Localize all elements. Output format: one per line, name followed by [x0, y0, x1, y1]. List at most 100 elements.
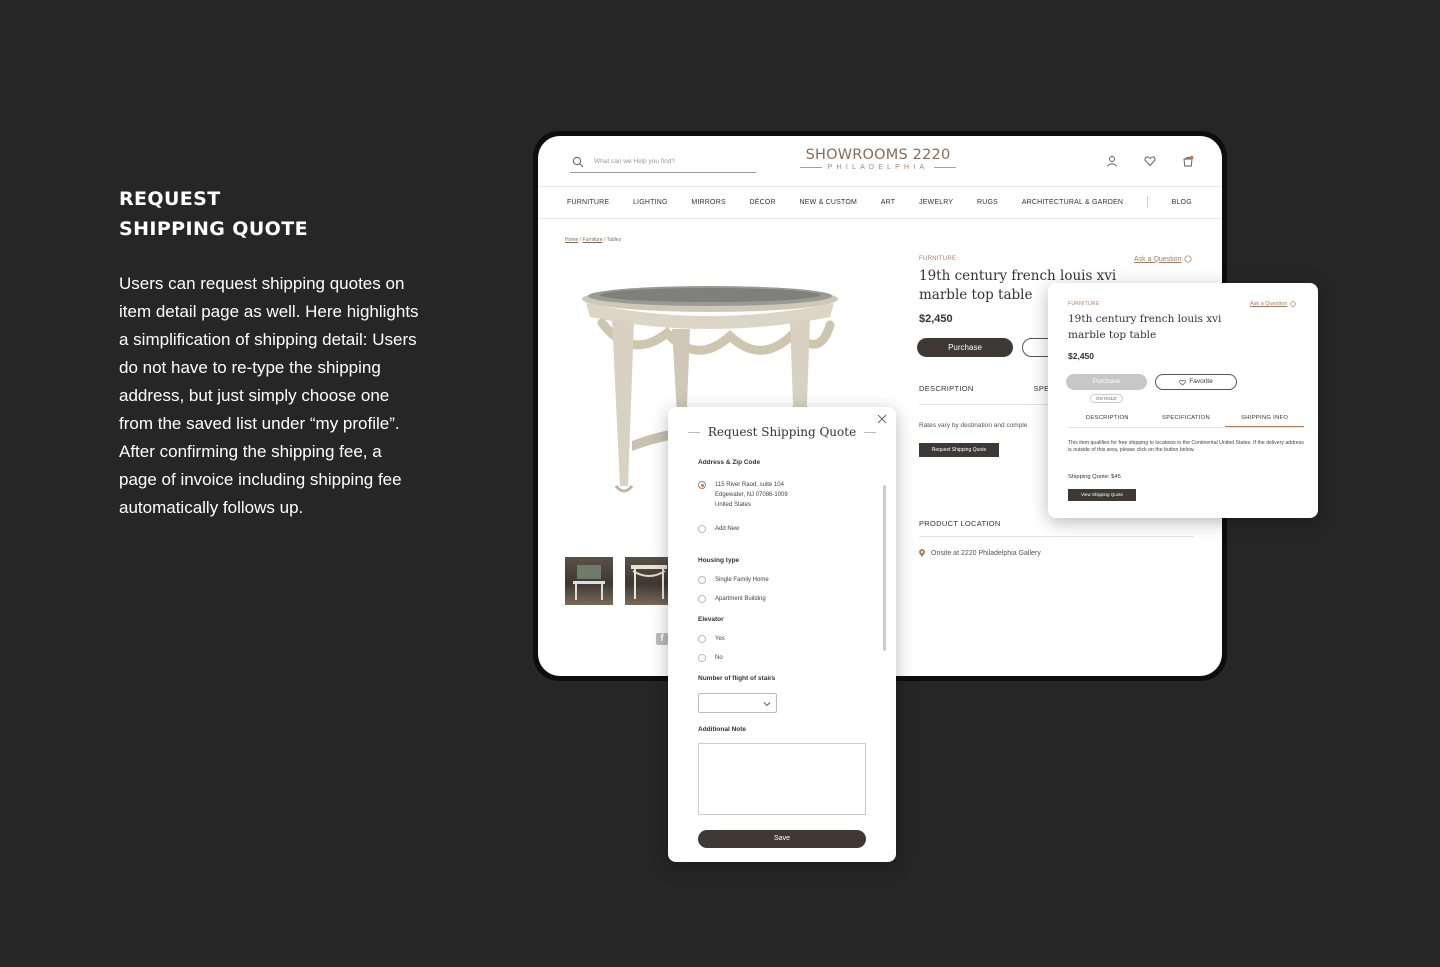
card-tab-description[interactable]: DESCRIPTION	[1068, 408, 1147, 427]
chevron-down-icon	[763, 702, 771, 707]
facebook-icon[interactable]: f	[656, 633, 668, 645]
card-ask-question-link[interactable]: Ask a Question	[1250, 301, 1296, 307]
radio-unselected[interactable]	[698, 576, 706, 584]
housing-option-2-label: Apartment Building	[715, 596, 766, 602]
address-label: Address & Zip Code	[698, 459, 761, 466]
main-nav: FURNITURE LIGHTING MIRRORS DÉCOR NEW & C…	[567, 196, 1192, 208]
intro-title-line1: REQUEST	[119, 188, 221, 210]
purchase-button[interactable]: Purchase	[917, 338, 1013, 357]
nav-item-new-custom[interactable]: NEW & CUSTOM	[800, 199, 858, 206]
nav-item-blog[interactable]: BLOG	[1172, 199, 1192, 206]
radio-unselected[interactable]	[698, 595, 706, 603]
housing-option-apartment[interactable]: Apartment Building	[698, 594, 766, 604]
product-thumbnail-2[interactable]	[625, 557, 673, 605]
stairs-label: Number of flight of stairs	[698, 675, 776, 682]
intro-paragraph-2: After confirming the shipping fee, a pag…	[119, 442, 402, 517]
address-line-2: Edgewater, NJ 07086-1009	[715, 492, 788, 498]
stairs-select[interactable]	[698, 693, 777, 713]
chat-icon	[1290, 301, 1296, 307]
heart-icon[interactable]	[1144, 155, 1156, 167]
product-location: Onsite at 2220 Philadelphia Gallery	[919, 549, 1041, 557]
product-price: $2,450	[919, 313, 953, 325]
elevator-option-no[interactable]: No	[698, 653, 723, 663]
nav-item-jewelry[interactable]: JEWELRY	[919, 199, 953, 206]
card-tabs: DESCRIPTION SPECIFICATION SHIPPING INFO	[1068, 408, 1305, 428]
view-shipping-quote-button[interactable]: View Shipping Quote	[1068, 489, 1136, 501]
breadcrumb-furniture[interactable]: Furniture	[583, 237, 603, 243]
tab-description[interactable]: DESCRIPTION	[919, 384, 974, 393]
location-text: Onsite at 2220 Philadelphia Gallery	[931, 549, 1041, 557]
nav-divider	[538, 218, 1222, 219]
nav-item-mirrors[interactable]: MIRRORS	[691, 199, 725, 206]
on-hold-badge: ON HOLD	[1090, 394, 1123, 403]
card-favorite-label: Favorite	[1189, 378, 1213, 385]
note-label: Additional Note	[698, 726, 747, 733]
modal-title-text: Request Shipping Quote	[707, 425, 857, 439]
breadcrumb: Home / Furniture / Tables	[565, 237, 622, 243]
nav-item-architectural-garden[interactable]: ARCHITECTURAL & GARDEN	[1022, 199, 1123, 206]
close-icon[interactable]	[876, 413, 888, 425]
breadcrumb-home[interactable]: Home	[565, 237, 578, 243]
nav-item-art[interactable]: ART	[881, 199, 895, 206]
radio-unselected[interactable]	[698, 525, 706, 533]
radio-unselected[interactable]	[698, 654, 706, 662]
location-pin-icon	[919, 549, 925, 557]
save-button[interactable]: Save	[698, 830, 866, 848]
nav-item-rugs[interactable]: RUGS	[977, 199, 998, 206]
address-line-3: United States	[715, 502, 752, 508]
nav-item-furniture[interactable]: FURNITURE	[567, 199, 609, 206]
location-divider	[919, 536, 1194, 537]
ask-question-label: Ask a Question	[1134, 255, 1182, 263]
request-shipping-quote-button[interactable]: Request Shipping Quote	[919, 443, 999, 457]
additional-note-textarea[interactable]	[698, 743, 866, 815]
logo-rule-left	[799, 167, 822, 168]
elevator-label: Elevator	[698, 616, 724, 623]
intro-title-line2: SHIPPING QUOTE	[119, 218, 308, 240]
card-tab-specification[interactable]: SPECIFICATION	[1147, 408, 1226, 427]
address-option-add-new[interactable]: Add New	[698, 524, 739, 534]
product-category: FURNITURE	[919, 256, 957, 262]
radio-selected[interactable]	[698, 481, 706, 489]
card-favorite-button[interactable]: Favorite	[1155, 374, 1237, 390]
logo-sub-text: PHILADELPHIA	[827, 164, 929, 171]
cart-icon[interactable]	[1182, 155, 1194, 167]
thumbnail-table-icon	[573, 565, 605, 600]
elevator-no-label: No	[715, 655, 723, 661]
card-tab-shipping-info[interactable]: SHIPPING INFO	[1225, 408, 1305, 427]
nav-item-decor[interactable]: DÉCOR	[750, 199, 776, 206]
radio-unselected[interactable]	[698, 635, 706, 643]
title-rule-left	[687, 431, 700, 433]
card-ask-question-label: Ask a Question	[1250, 301, 1288, 307]
title-rule-right	[864, 431, 877, 433]
search-bar[interactable]: What can we Help you find?	[570, 151, 756, 173]
saved-address: 115 River Raod, suite 104 Edgewater, NJ …	[715, 480, 788, 510]
housing-option-1-label: Single Family Home	[715, 577, 769, 583]
address-option-saved[interactable]: 115 River Raod, suite 104 Edgewater, NJ …	[698, 480, 788, 510]
intro-title: REQUEST SHIPPING QUOTE	[119, 184, 308, 244]
logo-main: SHOWROOMS 2220	[805, 147, 951, 163]
logo-rule-right	[934, 167, 957, 168]
heart-icon	[1179, 379, 1187, 386]
site-logo[interactable]: SHOWROOMS 2220 PHILADELPHIA	[793, 146, 963, 171]
card-product-title: 19th century french louis xvi marble top…	[1068, 313, 1222, 341]
intro-body: Users can request shipping quotes on ite…	[119, 270, 419, 522]
shipping-info-card: FURNITURE Ask a Question 19th century fr…	[1048, 283, 1318, 518]
elevator-option-yes[interactable]: Yes	[698, 634, 725, 644]
add-new-label: Add New	[715, 526, 740, 532]
shipping-quote-value: Shipping Quote: $45	[1068, 474, 1121, 480]
breadcrumb-current: Tables	[606, 237, 622, 243]
modal-title: Request Shipping Quote	[668, 425, 896, 439]
product-thumbnail-1[interactable]	[565, 557, 613, 605]
housing-option-single-family[interactable]: Single Family Home	[698, 575, 769, 585]
address-line-1: 115 River Raod, suite 104	[715, 482, 784, 488]
ask-question-link[interactable]: Ask a Question	[1134, 255, 1193, 263]
intro-paragraph-1: Users can request shipping quotes on ite…	[119, 274, 419, 433]
modal-scrollbar[interactable]	[883, 485, 886, 651]
header-icons	[1106, 155, 1194, 167]
card-purchase-button[interactable]: Purchase	[1066, 374, 1147, 390]
nav-item-lighting[interactable]: LIGHTING	[633, 199, 668, 206]
housing-label: Housing type	[698, 557, 740, 564]
user-icon[interactable]	[1106, 155, 1118, 167]
search-placeholder: What can we Help you find?	[594, 158, 675, 165]
card-product-price: $2,450	[1068, 351, 1094, 361]
